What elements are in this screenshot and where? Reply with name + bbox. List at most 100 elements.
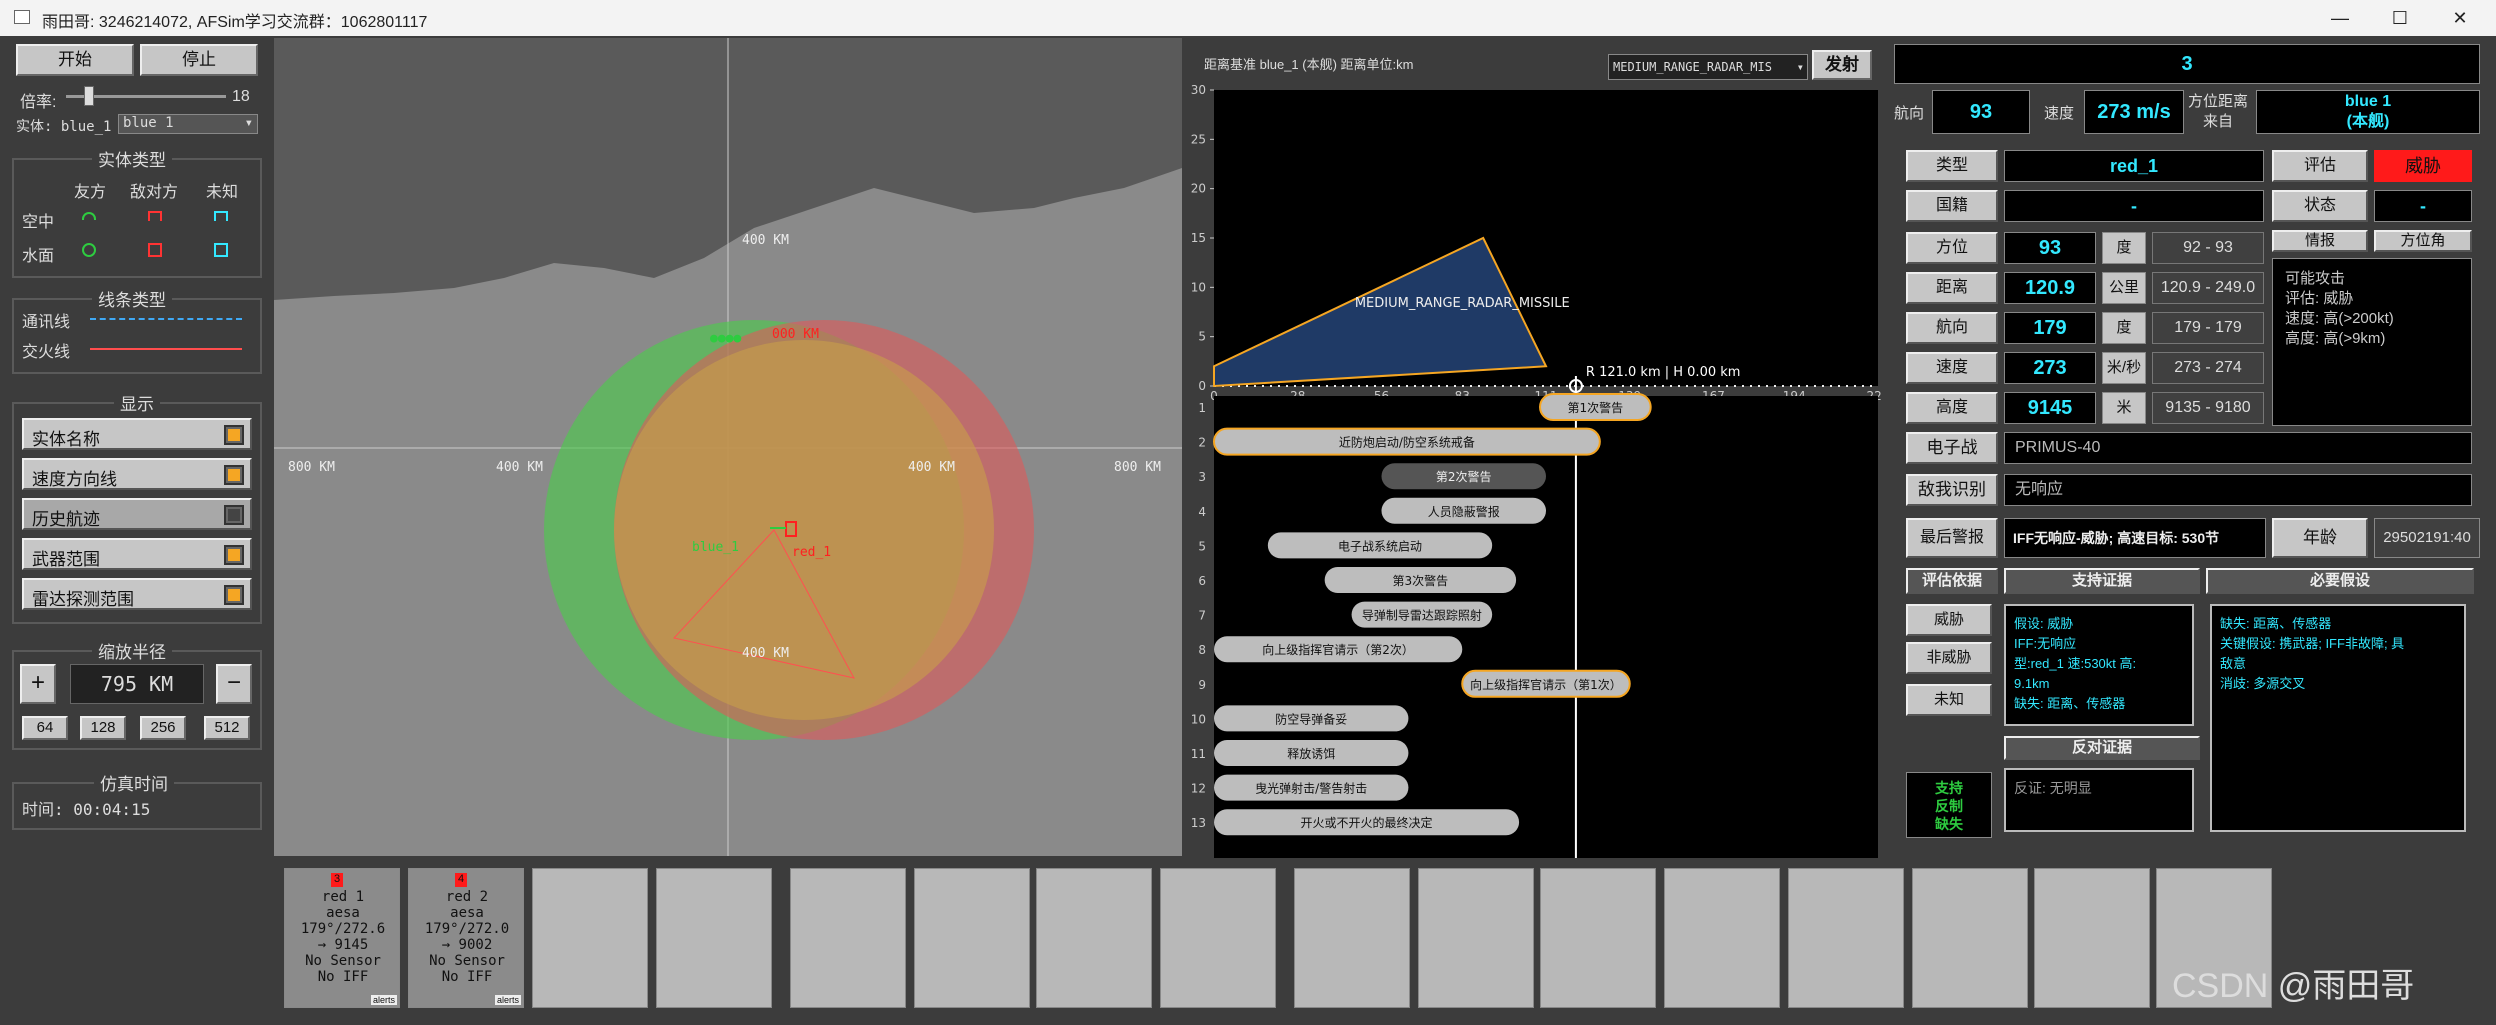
counter-title: 反对证据 [2004,736,2200,760]
timeline-event-label: 第1次警告 [1568,400,1624,415]
fire-line-label: 交火线 [22,344,71,361]
row-label[interactable]: 距离 [1906,272,1998,304]
checkbox-on-icon [224,425,244,445]
checkbox-on-icon [224,545,244,565]
zoom-value[interactable]: 795 KM [70,664,204,704]
empty-track-slot[interactable] [656,868,772,1008]
intel-line: 速度: 高(>200kt) [2285,310,2394,327]
zoom-title: 缩放半径 [92,638,172,663]
basis-threat-button[interactable]: 威胁 [1906,604,1992,636]
timeline-row-number: 13 [1191,816,1206,830]
state-label[interactable]: 状态 [2272,190,2368,222]
row-label[interactable]: 航向 [1906,312,1998,344]
basis-nonthreat-button[interactable]: 非威胁 [1906,642,1992,674]
required-line: 消歧: 多源交叉 [2220,676,2306,691]
timeline-event-label: 防空导弹备妥 [1275,711,1347,726]
card-alerts-tag[interactable]: alerts [494,995,521,1005]
map-svg: blue_1 red_1 ●●●● 000 KM 400 KM 400 KM 8… [274,38,1182,856]
tab-bearing[interactable]: 方位角 [2374,230,2472,252]
toggle-label: 速度方向线 [32,470,117,489]
empty-track-slot[interactable] [2034,868,2150,1008]
timeline-row-number: 6 [1198,574,1206,588]
row-unit: 米 [2102,392,2146,424]
track-card[interactable]: 3 red 1 aesa 179°/272.6 → 9145 No Sensor… [284,868,400,1008]
zoom-in-button[interactable]: + [20,664,56,704]
timeline-event-label: 向上级指挥官请示（第1次） [1470,677,1622,692]
zoom-preset-64[interactable]: 64 [22,716,68,740]
eval-label[interactable]: 评估 [2272,150,2368,182]
alert-label[interactable]: 最后警报 [1906,518,1998,558]
close-button[interactable]: ✕ [2430,0,2490,36]
minimize-button[interactable]: — [2310,0,2370,36]
stop-button[interactable]: 停止 [140,44,258,76]
toggle-history-track[interactable]: 历史航迹 [22,498,252,530]
timeline-event-label: 曳光弹射击/警告射击 [1255,781,1367,796]
empty-track-slot[interactable] [532,868,648,1008]
maximize-button[interactable]: ☐ [2370,0,2430,36]
entity-label: 实体: blue_1 [16,119,112,135]
ew-label[interactable]: 电子战 [1906,432,1998,464]
toggle-entity-name[interactable]: 实体名称 [22,418,252,450]
track-card[interactable]: 4 red 2 aesa 179°/272.0 → 9002 No Sensor… [408,868,524,1008]
weapon-select[interactable]: MEDIUM_RANGE_RADAR_MIS ▾ [1608,54,1808,80]
card-alerts-tag[interactable]: alerts [370,995,397,1005]
intel-line: 可能攻击 [2285,270,2346,287]
entity-types-title: 实体类型 [92,146,172,171]
toggle-weapon-range[interactable]: 武器范围 [22,538,252,570]
row-label[interactable]: 方位 [1906,232,1998,264]
track-card-strip: 3 red 1 aesa 179°/272.6 → 9145 No Sensor… [274,860,2274,1010]
empty-track-slot[interactable] [1160,868,1276,1008]
type-label[interactable]: 类型 [1906,150,1998,182]
timeline-event-label: 释放诱饵 [1287,746,1335,761]
support-line: 9.1km [2014,676,2050,691]
row-label[interactable]: 速度 [1906,352,1998,384]
empty-track-slot[interactable] [1664,868,1780,1008]
toggle-velocity-line[interactable]: 速度方向线 [22,458,252,490]
nation-label[interactable]: 国籍 [1906,190,1998,222]
type-value: red_1 [2004,150,2264,182]
age-label[interactable]: 年龄 [2272,518,2368,558]
empty-track-slot[interactable] [1540,868,1656,1008]
start-button[interactable]: 开始 [16,44,134,76]
row-range: 273 - 274 [2152,352,2264,384]
timeline-event-label: 第3次警告 [1393,573,1449,588]
zoom-out-button[interactable]: − [216,664,252,704]
empty-track-slot[interactable] [1294,868,1410,1008]
basis-unknown-button[interactable]: 未知 [1906,684,1992,716]
empty-track-slot[interactable] [1912,868,2028,1008]
zoom-preset-256[interactable]: 256 [140,716,186,740]
row-label[interactable]: 高度 [1906,392,1998,424]
rate-slider-handle[interactable] [84,86,94,106]
intel-box: 可能攻击 评估: 威胁 速度: 高(>200kt) 高度: 高(>9km) [2272,258,2472,426]
card-alt: → 9145 [317,937,369,953]
chart-header: 距离基准 blue_1 (本舰) 距离单位:km [1204,57,1414,72]
status-box: 支持 反制 缺失 [1906,772,1992,838]
iff-label[interactable]: 敌我识别 [1906,474,1998,506]
zoom-preset-512[interactable]: 512 [204,716,250,740]
checkbox-on-icon [224,465,244,485]
entity-select[interactable]: blue 1 ▾ [118,114,258,134]
fire-button[interactable]: 发射 [1812,50,1872,80]
tactical-map[interactable]: blue_1 red_1 ●●●● 000 KM 400 KM 400 KM 8… [274,38,1182,856]
empty-track-slot[interactable] [790,868,906,1008]
toggle-radar-range[interactable]: 雷达探测范围 [22,578,252,610]
fire-line-sample [90,348,242,350]
y-tick-label: 25 [1191,132,1206,146]
rate-label: 倍率: [20,94,57,111]
empty-track-slot[interactable] [1036,868,1152,1008]
empty-track-slot[interactable] [1788,868,1904,1008]
unknown-col: 未知 [206,184,239,201]
age-value: 29502191:40 [2374,518,2480,558]
empty-track-slot[interactable] [914,868,1030,1008]
range-label-left: 400 KM [496,460,543,475]
comm-line-label: 通讯线 [22,314,71,331]
timeline-row-number: 4 [1198,505,1206,519]
tab-intel[interactable]: 情报 [2272,230,2368,252]
card-name: red 2 [445,889,489,905]
zoom-preset-128[interactable]: 128 [80,716,126,740]
timeline-event-label: 人员隐蔽警报 [1428,504,1500,519]
track-count: 3 [1894,44,2480,84]
blue-map-label: blue_1 [692,540,739,555]
empty-track-slot[interactable] [1418,868,1534,1008]
window-title: 雨田哥: 3246214072, AFSim学习交流群：1062801117 [42,14,428,31]
